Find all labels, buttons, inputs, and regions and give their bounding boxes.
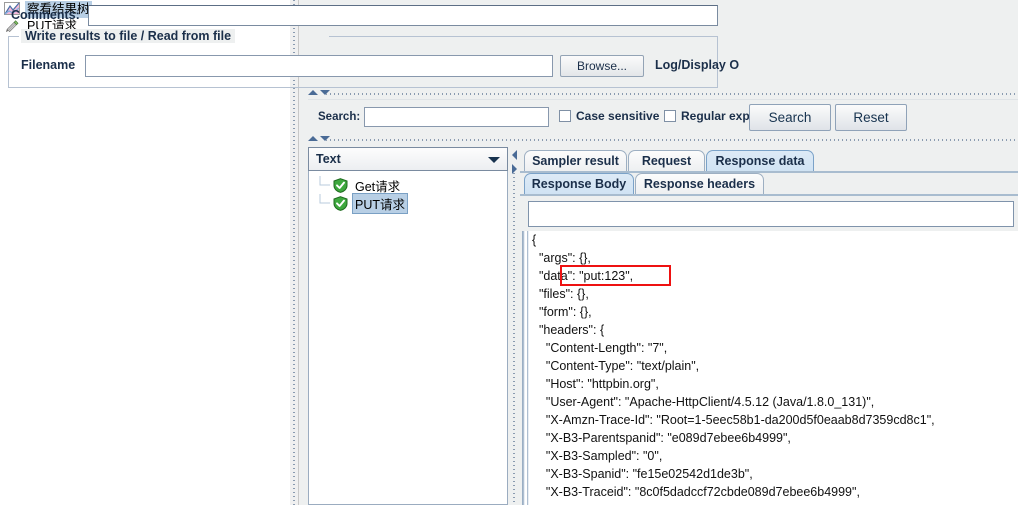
case-sensitive-label: Case sensitive [576, 109, 660, 123]
browse-button[interactable]: Browse... [560, 55, 644, 77]
renderer-dropdown-value: Text [316, 152, 341, 166]
result-detail-pane: Sampler result Request Response data Res… [520, 147, 1018, 505]
tab-sampler-result[interactable]: Sampler result [524, 150, 627, 173]
search-bar: Search: Case sensitive Regular exp. Sear… [308, 99, 1018, 136]
collapse-up-icon[interactable] [308, 136, 318, 141]
write-results-group: Write results to file / Read from file F… [8, 29, 739, 88]
reset-button[interactable]: Reset [835, 104, 907, 131]
tab-response-headers[interactable]: Response headers [635, 173, 764, 196]
main-tabstrip: Sampler result Request Response data [520, 150, 1018, 173]
splitter-grip [326, 139, 1018, 141]
success-shield-icon [333, 195, 348, 211]
filename-input[interactable] [85, 55, 553, 77]
find-input[interactable] [528, 201, 1014, 227]
success-shield-icon [333, 177, 348, 193]
log-display-only-label: Log/Display O [655, 58, 740, 72]
regular-exp-label: Regular exp. [681, 109, 754, 123]
checkbox-icon[interactable] [664, 110, 676, 122]
group-border-left [9, 36, 19, 37]
sample-result-tree[interactable]: Get请求 PUT请求 [308, 171, 508, 505]
splitter-grip [326, 93, 1018, 95]
viewer-gutter [523, 231, 530, 505]
comments-label: Comments: [11, 8, 80, 22]
tab-request[interactable]: Request [628, 150, 705, 173]
result-tree-label-selected: PUT请求 [352, 192, 409, 214]
collapse-left-icon[interactable] [512, 150, 517, 160]
result-vertical-splitter[interactable] [509, 147, 520, 505]
tab-response-data[interactable]: Response data [706, 150, 814, 173]
result-tree-row[interactable]: Get请求 [309, 176, 507, 194]
group-border-right [329, 36, 717, 37]
collapse-up-icon[interactable] [308, 90, 318, 95]
filename-label: Filename [21, 58, 76, 72]
tree-elbow-icon [317, 194, 333, 212]
sub-tabstrip-underline [520, 194, 1018, 196]
write-results-group-title: Write results to file / Read from file [21, 29, 236, 43]
checkbox-icon[interactable] [559, 110, 571, 122]
chevron-down-icon[interactable] [488, 157, 500, 163]
search-label: Search: [318, 111, 361, 123]
case-sensitive-checkbox[interactable]: Case sensitive [559, 109, 659, 123]
tree-elbow-icon [317, 176, 333, 194]
search-input[interactable] [364, 107, 549, 127]
horizontal-splitter-top[interactable] [300, 89, 1018, 98]
comments-input[interactable] [88, 5, 718, 26]
comments-row: Comments: [8, 5, 718, 27]
sub-tabstrip: Response Body Response headers [520, 173, 1018, 196]
response-body-viewer[interactable]: { "args": {}, "data": "put:123", "files"… [522, 231, 1018, 505]
splitter-grip [513, 173, 515, 505]
renderer-dropdown[interactable]: Text [308, 147, 508, 171]
response-body-text: { "args": {}, "data": "put:123", "files"… [532, 233, 935, 499]
regular-exp-checkbox[interactable]: Regular exp. [664, 109, 753, 123]
result-tree-pane: Text Get请求 PUT请求 [308, 147, 508, 505]
horizontal-splitter-bottom[interactable] [300, 135, 1018, 144]
result-tree-row[interactable]: PUT请求 [309, 192, 507, 214]
search-button[interactable]: Search [749, 104, 831, 131]
tab-response-body[interactable]: Response Body [524, 173, 634, 196]
